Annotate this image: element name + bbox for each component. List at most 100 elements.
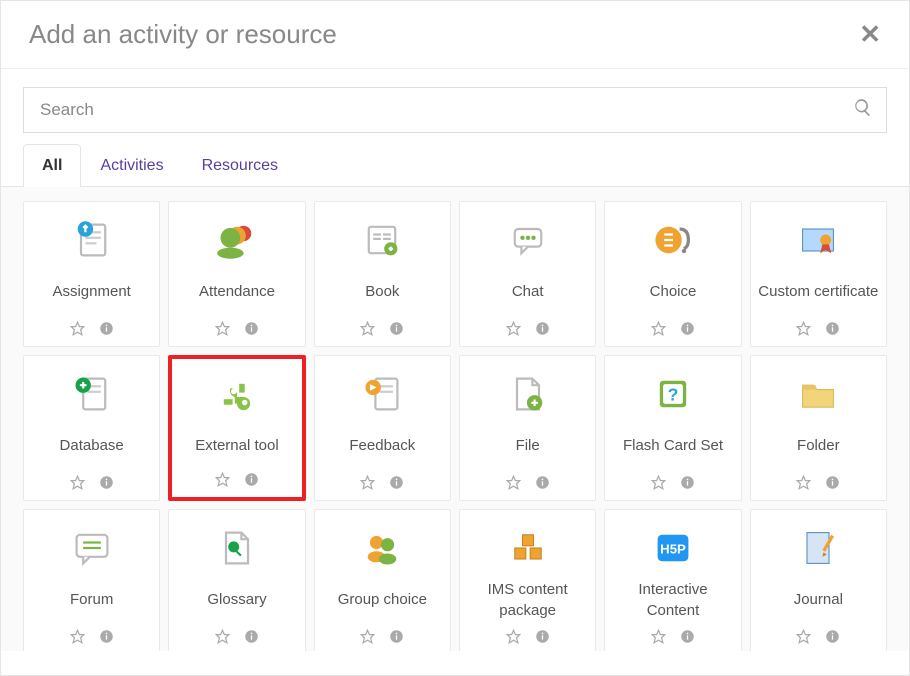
card-actions — [70, 321, 114, 336]
star-icon[interactable] — [215, 472, 230, 487]
card-actions — [796, 629, 840, 644]
star-icon[interactable] — [70, 629, 85, 644]
card-actions — [360, 321, 404, 336]
info-icon[interactable] — [389, 321, 404, 336]
star-icon[interactable] — [651, 321, 666, 336]
card-actions — [506, 475, 550, 490]
card-actions — [651, 321, 695, 336]
activity-card-certificate[interactable]: Custom certificate — [750, 201, 887, 347]
info-icon[interactable] — [680, 629, 695, 644]
svg-text:?: ? — [668, 385, 679, 405]
activity-card-file[interactable]: File — [459, 355, 596, 501]
activity-card-attendance[interactable]: Attendance — [168, 201, 305, 347]
star-icon[interactable] — [70, 321, 85, 336]
activity-label: Assignment — [52, 272, 130, 313]
card-actions — [796, 321, 840, 336]
info-icon[interactable] — [825, 321, 840, 336]
info-icon[interactable] — [244, 629, 259, 644]
activity-label: Group choice — [338, 580, 427, 621]
info-icon[interactable] — [825, 475, 840, 490]
star-icon[interactable] — [651, 475, 666, 490]
svg-text:H5P: H5P — [660, 542, 686, 557]
activity-label: Flash Card Set — [623, 426, 723, 467]
activity-label: IMS content package — [466, 580, 589, 621]
star-icon[interactable] — [796, 475, 811, 490]
activity-label: Journal — [794, 580, 843, 621]
tab-activities[interactable]: Activities — [81, 144, 182, 187]
choice-icon — [651, 218, 695, 262]
activity-card-flashcard[interactable]: ? Flash Card Set — [604, 355, 741, 501]
activity-card-glossary[interactable]: Glossary — [168, 509, 305, 651]
activity-label: Database — [60, 426, 124, 467]
modal-header: Add an activity or resource ✕ — [1, 1, 909, 69]
search-input[interactable] — [23, 87, 887, 133]
activity-card-external-tool[interactable]: External tool — [168, 355, 305, 501]
activity-label: External tool — [195, 429, 278, 464]
info-icon[interactable] — [99, 475, 114, 490]
info-icon[interactable] — [680, 321, 695, 336]
star-icon[interactable] — [215, 629, 230, 644]
activity-card-journal[interactable]: Journal — [750, 509, 887, 651]
info-icon[interactable] — [680, 475, 695, 490]
journal-icon — [796, 526, 840, 570]
activity-label: Attendance — [199, 272, 275, 313]
activity-label: Folder — [797, 426, 840, 467]
star-icon[interactable] — [215, 321, 230, 336]
flashcard-icon: ? — [651, 372, 695, 416]
modal-title: Add an activity or resource — [29, 19, 337, 50]
card-actions — [215, 472, 259, 487]
tab-all[interactable]: All — [23, 144, 81, 187]
activity-card-folder[interactable]: Folder — [750, 355, 887, 501]
activity-card-ims[interactable]: IMS content package — [459, 509, 596, 651]
info-icon[interactable] — [535, 321, 550, 336]
activity-card-assignment[interactable]: Assignment — [23, 201, 160, 347]
certificate-icon — [796, 218, 840, 262]
activity-card-feedback[interactable]: Feedback — [314, 355, 451, 501]
info-icon[interactable] — [389, 629, 404, 644]
search-box — [23, 87, 887, 133]
activity-card-choice[interactable]: Choice — [604, 201, 741, 347]
star-icon[interactable] — [506, 321, 521, 336]
info-icon[interactable] — [244, 472, 259, 487]
star-icon[interactable] — [360, 629, 375, 644]
activity-chooser-modal: Add an activity or resource ✕ All Activi… — [0, 0, 910, 676]
card-actions — [215, 629, 259, 644]
info-icon[interactable] — [535, 629, 550, 644]
card-actions — [651, 629, 695, 644]
forum-icon — [70, 526, 114, 570]
activity-card-book[interactable]: Book — [314, 201, 451, 347]
info-icon[interactable] — [99, 629, 114, 644]
star-icon[interactable] — [796, 629, 811, 644]
info-icon[interactable] — [99, 321, 114, 336]
activity-label: Feedback — [349, 426, 415, 467]
h5p-icon: H5P — [651, 526, 695, 570]
feedback-icon — [360, 372, 404, 416]
group-choice-icon — [360, 526, 404, 570]
search-icon[interactable] — [853, 98, 873, 123]
star-icon[interactable] — [651, 629, 666, 644]
star-icon[interactable] — [506, 629, 521, 644]
star-icon[interactable] — [506, 475, 521, 490]
folder-icon — [796, 372, 840, 416]
info-icon[interactable] — [535, 475, 550, 490]
activity-card-chat[interactable]: Chat — [459, 201, 596, 347]
external-tool-icon — [215, 375, 259, 419]
info-icon[interactable] — [825, 629, 840, 644]
card-actions — [360, 475, 404, 490]
card-actions — [360, 629, 404, 644]
activity-card-forum[interactable]: Forum — [23, 509, 160, 651]
star-icon[interactable] — [796, 321, 811, 336]
chat-icon — [506, 218, 550, 262]
tabs: All Activities Resources — [1, 143, 909, 187]
info-icon[interactable] — [244, 321, 259, 336]
activity-card-group-choice[interactable]: Group choice — [314, 509, 451, 651]
tab-resources[interactable]: Resources — [183, 144, 297, 187]
star-icon[interactable] — [70, 475, 85, 490]
info-icon[interactable] — [389, 475, 404, 490]
star-icon[interactable] — [360, 475, 375, 490]
star-icon[interactable] — [360, 321, 375, 336]
file-icon — [506, 372, 550, 416]
activity-card-database[interactable]: Database — [23, 355, 160, 501]
activity-card-h5p[interactable]: H5PInteractive Content — [604, 509, 741, 651]
close-icon[interactable]: ✕ — [859, 19, 881, 50]
